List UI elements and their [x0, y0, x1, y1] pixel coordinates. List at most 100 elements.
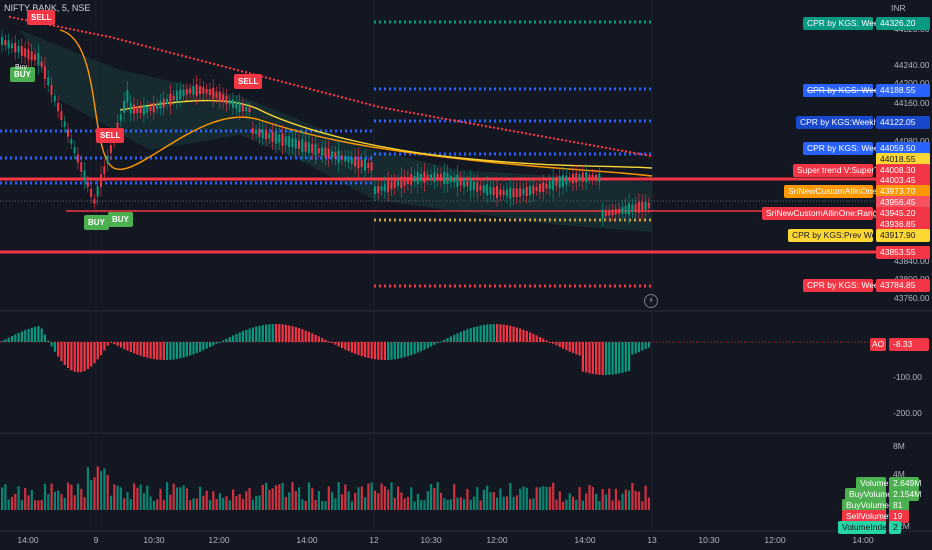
- buy-signal[interactable]: BUY: [108, 212, 133, 227]
- candle-body: [40, 61, 43, 67]
- volume-bar: [139, 484, 142, 510]
- sell-signal[interactable]: SELL: [234, 74, 263, 89]
- candle-body: [512, 188, 515, 198]
- time-tick: 10:30: [143, 535, 165, 545]
- volume-bar: [241, 498, 245, 510]
- candle-body: [222, 94, 225, 103]
- volume-bar: [83, 497, 86, 510]
- supertrend-dot: [348, 98, 352, 101]
- ao-bar: [588, 342, 591, 374]
- ao-bar: [30, 327, 33, 342]
- ao-pane: [0, 324, 876, 375]
- lightning-icon[interactable]: ⚡: [644, 294, 658, 308]
- ao-bar: [34, 326, 37, 342]
- ao-bar: [542, 338, 545, 342]
- supertrend-dot: [116, 37, 120, 41]
- volume-bar: [466, 488, 469, 510]
- ao-bar: [24, 330, 27, 342]
- candle-body: [410, 174, 413, 185]
- candle-body: [103, 166, 106, 175]
- ao-bar: [119, 342, 122, 348]
- supertrend-dot: [68, 27, 72, 31]
- chart-canvas[interactable]: [0, 0, 932, 550]
- ao-bar: [581, 342, 584, 372]
- candle-body: [522, 188, 525, 196]
- candle-body: [578, 174, 581, 181]
- volume-bar: [34, 500, 37, 510]
- ao-bar: [17, 332, 20, 342]
- volume-bar: [202, 495, 205, 510]
- supertrend-dot: [236, 69, 240, 72]
- supertrend-dot: [264, 76, 268, 79]
- candle-body: [611, 209, 614, 216]
- volume-bar: [222, 498, 225, 510]
- volume-bar: [288, 492, 291, 510]
- volume-bar: [284, 497, 287, 510]
- candle-body: [156, 104, 159, 109]
- supertrend-dot: [160, 49, 164, 52]
- supertrend-dot: [628, 151, 632, 154]
- price-tick: 44160.00: [894, 98, 930, 108]
- candle-body: [53, 95, 56, 102]
- volume-bar: [360, 486, 363, 510]
- candle-body: [73, 146, 76, 154]
- volume-bar: [436, 482, 439, 510]
- supertrend-dot: [112, 36, 116, 40]
- ao-bar: [492, 324, 495, 342]
- candle-body: [337, 150, 340, 163]
- supertrend-dot: [476, 123, 480, 127]
- ao-bar: [482, 324, 485, 342]
- sell-signal[interactable]: SELL: [27, 10, 56, 25]
- candle-body: [261, 129, 264, 139]
- supertrend-dot: [456, 120, 460, 123]
- ao-tag: AO: [870, 338, 886, 351]
- ao-bar: [142, 342, 146, 357]
- time-tick: 12: [369, 535, 379, 545]
- volume-bar: [156, 499, 159, 510]
- candle-body: [456, 174, 459, 188]
- candle-body: [281, 133, 284, 146]
- ao-bar: [433, 342, 436, 345]
- volume-bar: [281, 482, 284, 510]
- candle-body: [641, 201, 644, 212]
- ao-bar: [304, 330, 307, 342]
- ao-bar: [90, 342, 93, 367]
- volume-bar: [611, 500, 614, 510]
- ao-bar: [344, 342, 347, 350]
- volume-bar: [314, 499, 317, 510]
- ao-bar: [406, 342, 410, 357]
- supertrend-dot: [616, 148, 620, 152]
- supertrend-dot: [144, 45, 148, 48]
- ao-tick: -200.00: [893, 408, 922, 418]
- ao-bar: [380, 342, 383, 360]
- supertrend-dot: [552, 137, 556, 140]
- supertrend-dot: [356, 100, 360, 103]
- ao-bar: [4, 339, 7, 342]
- candle-body: [298, 140, 300, 149]
- ao-bar: [255, 326, 258, 342]
- candle-body: [43, 66, 46, 80]
- candle-body: [185, 89, 188, 95]
- candle-body: [608, 210, 611, 216]
- supertrend-dot: [632, 151, 636, 155]
- ao-bar: [383, 342, 386, 360]
- candle-body: [347, 156, 350, 163]
- sell-signal[interactable]: SELL: [96, 128, 125, 143]
- supertrend-dot: [408, 111, 412, 114]
- volume-bar: [324, 501, 327, 510]
- ao-bar: [472, 327, 476, 342]
- volume-bar: [1, 487, 4, 510]
- supertrend-dot: [380, 106, 384, 109]
- candle-body: [70, 139, 73, 144]
- candle-body: [274, 131, 277, 144]
- candle-body: [542, 182, 545, 192]
- volume-bar: [14, 493, 17, 510]
- candle-body: [545, 183, 548, 189]
- candle-body: [469, 179, 472, 191]
- ao-bar: [331, 342, 334, 344]
- supertrend-dot: [424, 114, 428, 117]
- buy-signal[interactable]: BUY: [84, 215, 109, 230]
- candle-body: [133, 104, 135, 114]
- volume-bar: [469, 499, 472, 510]
- ao-bar: [496, 324, 499, 342]
